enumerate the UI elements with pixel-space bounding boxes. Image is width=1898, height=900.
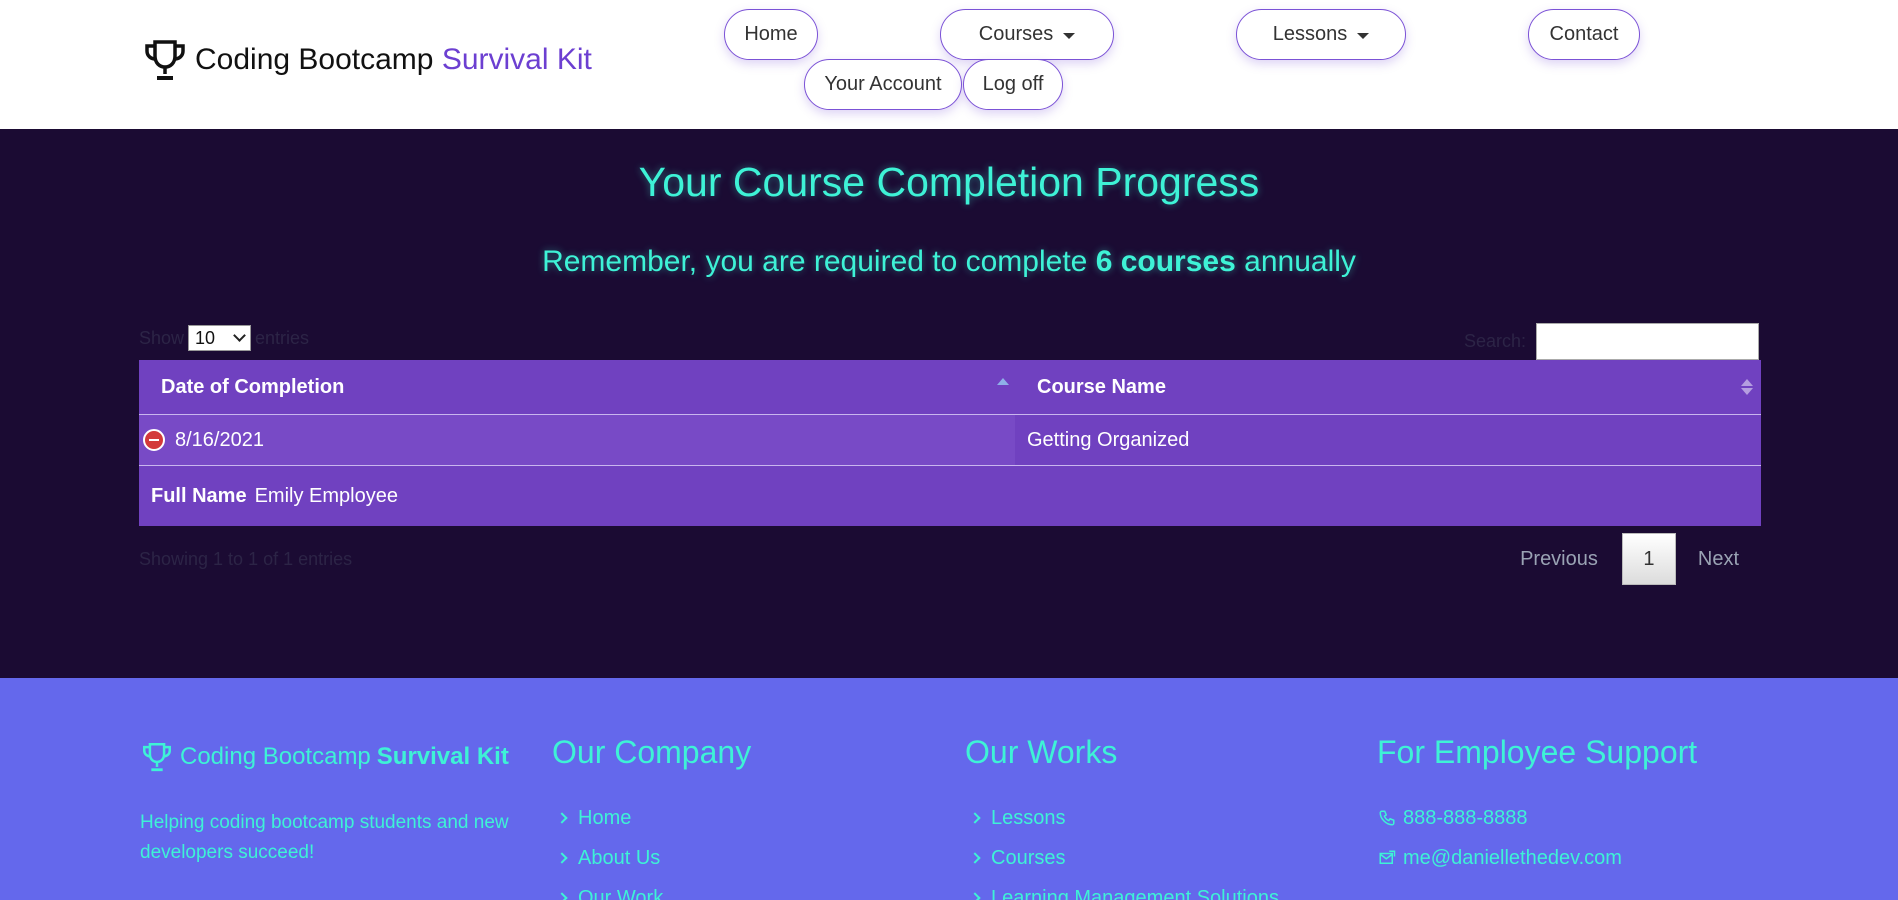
footer-support-column: For Employee Support 888-888-8888 me@dan… (1377, 734, 1698, 869)
site-footer: Coding Bootcamp Survival Kit Helping cod… (0, 678, 1898, 900)
footer-email-link[interactable]: me@daniellethedev.com (1377, 838, 1622, 878)
footer-works-links: Lessons Courses Learning Management Solu… (965, 798, 1279, 900)
chevron-down-icon (233, 329, 246, 342)
footer-brand-accent: Survival Kit (376, 743, 509, 770)
nav-contact-label: Contact (1549, 23, 1619, 45)
footer-link-label: Our Work (578, 886, 664, 900)
brand-name-main: Coding Bootcamp (195, 43, 434, 76)
nav-your-account[interactable]: Your Account (804, 59, 962, 110)
footer-works-column: Our Works Lessons Courses Learning Manag… (965, 734, 1279, 900)
column-header-date-label: Date of Completion (161, 375, 345, 398)
main-content: Your Course Completion Progress Remember… (0, 129, 1898, 678)
footer-link-our-work[interactable]: Our Work (552, 878, 663, 900)
nav-courses-dropdown[interactable]: Courses (940, 9, 1114, 60)
table-child-row: Full Name Emily Employee (139, 466, 1761, 526)
footer-company-heading: Our Company (552, 734, 752, 770)
column-header-course-label: Course Name (1037, 375, 1166, 398)
minus-circle-icon[interactable] (143, 429, 165, 451)
pagination-page-1[interactable]: 1 (1621, 533, 1676, 585)
page-subtitle: Remember, you are required to complete 6… (0, 245, 1898, 279)
phone-icon (1377, 808, 1397, 828)
length-label-after: entries (255, 327, 310, 348)
footer-phone-link[interactable]: 888-888-8888 (1377, 798, 1622, 838)
course-name: Getting Organized (1027, 428, 1190, 451)
sort-unsorted-icon (1741, 379, 1753, 386)
table-header-row: Date of Completion Course Name (139, 360, 1761, 415)
table-length-control: Show 10 entries (139, 325, 309, 351)
pagination-previous-button[interactable]: Previous (1496, 548, 1622, 571)
chevron-right-icon (969, 892, 981, 900)
footer-brand-link[interactable]: Coding Bootcamp Survival Kit (140, 740, 509, 774)
column-header-course[interactable]: Course Name (1015, 360, 1761, 414)
footer-link-about-us[interactable]: About Us (552, 838, 663, 878)
nav-contact[interactable]: Contact (1528, 9, 1640, 60)
footer-link-lms[interactable]: Learning Management Solutions (965, 878, 1279, 900)
footer-link-label: Home (578, 806, 632, 829)
brand-name: Coding Bootcamp Survival Kit (195, 43, 592, 77)
course-progress-table: Date of Completion Course Name 8/16/2021… (139, 360, 1761, 526)
footer-email-address: me@daniellethedev.com (1403, 846, 1622, 869)
sort-ascending-icon (997, 378, 1009, 385)
subtitle-text-after: annually (1244, 245, 1356, 278)
nav-lessons-label: Lessons (1272, 23, 1348, 45)
pagination: Previous 1 Next (1496, 533, 1761, 585)
footer-support-contacts: 888-888-8888 me@daniellethedev.com (1377, 798, 1622, 878)
nav-courses-label: Courses (978, 23, 1054, 45)
subtitle-text-before: Remember, you are required to complete (542, 245, 1088, 278)
footer-link-lessons[interactable]: Lessons (965, 798, 1279, 838)
nav-home-label: Home (744, 23, 798, 45)
trophy-icon (145, 40, 185, 80)
chevron-right-icon (556, 892, 568, 900)
chevron-right-icon (969, 812, 981, 824)
caret-down-icon (1063, 32, 1076, 39)
column-header-date[interactable]: Date of Completion (139, 360, 1015, 414)
table-cell-date: 8/16/2021 (139, 415, 1015, 465)
nav-your-account-label: Your Account (824, 73, 942, 95)
sort-unsorted-icon (1741, 388, 1753, 395)
search-label: Search: (1463, 331, 1526, 351)
nav-lessons-dropdown[interactable]: Lessons (1236, 9, 1406, 60)
search-input[interactable] (1536, 323, 1759, 360)
entries-per-page-value: 10 (195, 327, 216, 348)
footer-phone-number: 888-888-8888 (1403, 806, 1528, 829)
footer-link-label: Courses (991, 846, 1066, 869)
nav-log-off[interactable]: Log off (963, 59, 1063, 110)
envelope-icon (1377, 848, 1397, 868)
chevron-right-icon (969, 852, 981, 864)
footer-works-heading: Our Works (965, 734, 1118, 770)
footer-company-links: Home About Us Our Work (552, 798, 663, 900)
nav-log-off-label: Log off (982, 73, 1044, 95)
footer-link-label: Learning Management Solutions (991, 886, 1279, 900)
footer-link-label: Lessons (991, 806, 1066, 829)
entries-per-page-select[interactable]: 10 (188, 325, 252, 351)
subtitle-required-count: 6 courses (1095, 245, 1236, 278)
table-row: 8/16/2021 Getting Organized (139, 415, 1761, 466)
caret-down-icon (1357, 32, 1370, 39)
chevron-right-icon (556, 812, 568, 824)
footer-brand-main: Coding Bootcamp (180, 743, 371, 770)
brand-name-accent: Survival Kit (441, 43, 592, 76)
trophy-icon (143, 743, 171, 772)
footer-link-label: About Us (578, 846, 661, 869)
length-label-before: Show (139, 327, 185, 348)
nav-home[interactable]: Home (724, 9, 818, 60)
page-title: Your Course Completion Progress (638, 159, 1260, 205)
full-name-label: Full Name (151, 484, 247, 507)
chevron-right-icon (556, 852, 568, 864)
pagination-next-button[interactable]: Next (1676, 548, 1761, 571)
full-name-value: Emily Employee (254, 484, 398, 507)
brand-logo-link[interactable]: Coding Bootcamp Survival Kit (141, 36, 592, 84)
footer-link-home[interactable]: Home (552, 798, 663, 838)
footer-tagline: Helping coding bootcamp students and new… (140, 812, 509, 863)
footer-link-courses[interactable]: Courses (965, 838, 1279, 878)
footer-company-column: Our Company Home About Us Our Work (552, 734, 752, 900)
footer-support-heading: For Employee Support (1377, 734, 1698, 770)
table-info: Showing 1 to 1 of 1 entries (139, 549, 353, 569)
table-search-control: Search: (1464, 323, 1759, 360)
table-cell-course: Getting Organized (1015, 415, 1761, 465)
site-header: Coding Bootcamp Survival Kit Home Course… (0, 0, 1898, 129)
completion-date: 8/16/2021 (175, 428, 264, 451)
